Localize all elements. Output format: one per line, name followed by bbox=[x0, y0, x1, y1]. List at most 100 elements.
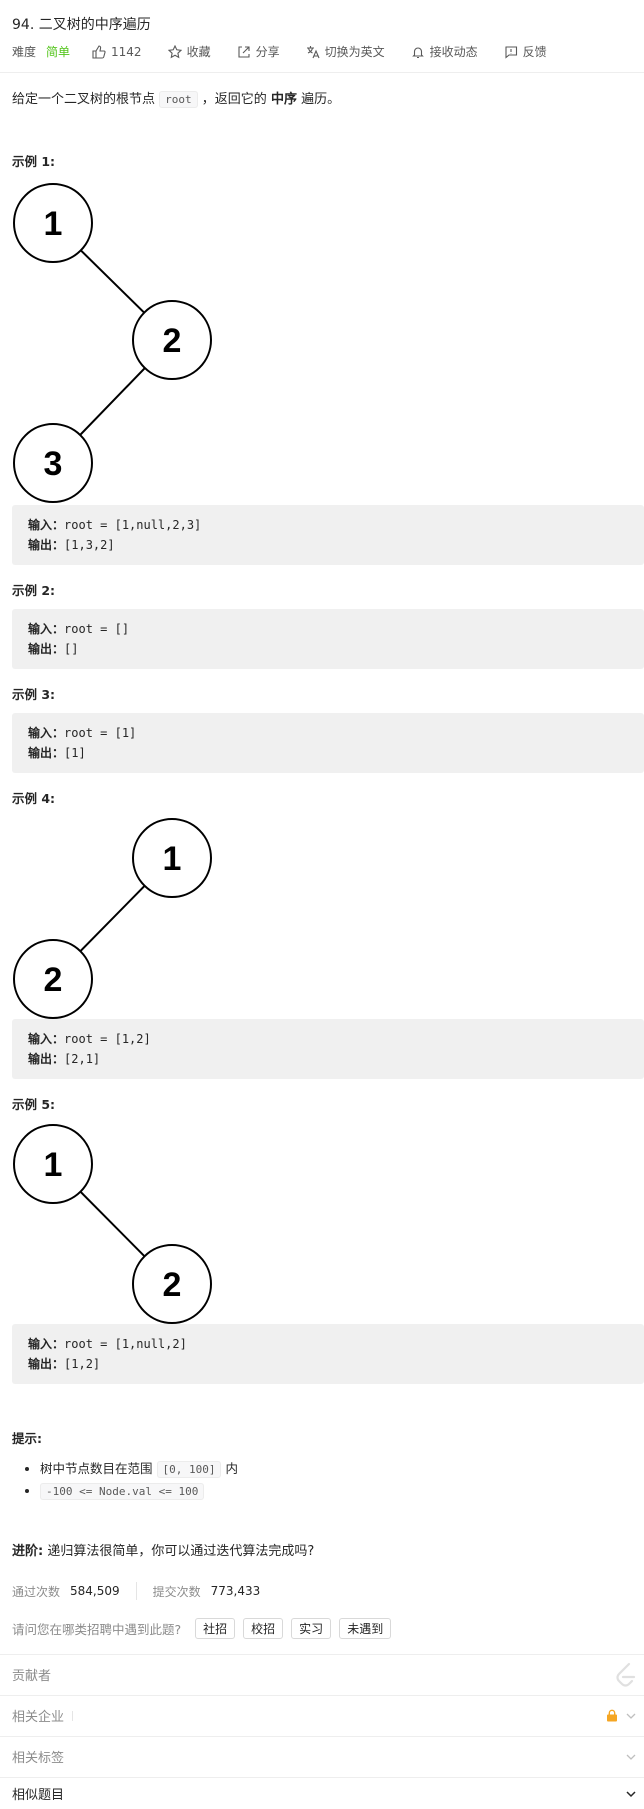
recruit-tag-never[interactable]: 未遇到 bbox=[339, 1618, 392, 1639]
example-4-tree-image: 1 2 bbox=[13, 818, 212, 1019]
header-divider bbox=[0, 72, 644, 73]
example-input: root = [1,null,2] bbox=[64, 1337, 187, 1351]
companies-divider bbox=[72, 1710, 74, 1721]
problem-meta-bar: 难度 简单 1142 收藏 分享 切换为英文 接收动态 反馈 bbox=[12, 43, 573, 60]
hint-text: 内 bbox=[225, 1461, 238, 1476]
example-output: [2,1] bbox=[64, 1052, 101, 1066]
favorite-label: 收藏 bbox=[186, 45, 211, 59]
companies-label: 相关企业 bbox=[12, 1710, 65, 1725]
input-label: 输入： bbox=[28, 1032, 65, 1046]
tree-node-label: 2 bbox=[163, 322, 182, 360]
output-label: 输出： bbox=[28, 538, 65, 552]
companies-right bbox=[606, 1709, 638, 1723]
tree-node-label: 2 bbox=[163, 1266, 182, 1304]
example-output: [] bbox=[64, 642, 79, 656]
example-4-title: 示例 4: bbox=[12, 791, 56, 806]
problem-title: 94. 二叉树的中序遍历 bbox=[12, 17, 151, 33]
advanced-text: 递归算法很简单，你可以通过迭代算法完成吗? bbox=[47, 1544, 315, 1559]
hints-title: 提示: bbox=[12, 1431, 42, 1446]
example-5-tree-image: 1 2 bbox=[13, 1124, 212, 1324]
tags-label: 相关标签 bbox=[12, 1751, 65, 1766]
example-output: [1,2] bbox=[64, 1357, 101, 1371]
contributors-right bbox=[614, 1662, 638, 1688]
like-button[interactable]: 1142 bbox=[92, 45, 142, 59]
switch-language-label: 切换为英文 bbox=[324, 45, 385, 59]
lock-icon bbox=[607, 1709, 617, 1722]
chevron-down-icon bbox=[626, 1790, 636, 1797]
output-label: 输出： bbox=[28, 1052, 65, 1066]
example-3-code-block: 输入：root = [1] 输出：[1] bbox=[12, 713, 644, 773]
translate-icon bbox=[306, 45, 320, 58]
thumbs-up-icon bbox=[92, 44, 106, 59]
related-companies-row[interactable]: 相关企业 bbox=[0, 1695, 644, 1735]
like-count: 1142 bbox=[111, 44, 142, 59]
related-tags-row[interactable]: 相关标签 bbox=[0, 1736, 644, 1776]
input-label: 输入： bbox=[28, 726, 65, 740]
output-label: 输出： bbox=[28, 642, 65, 656]
difficulty-label: 难度 bbox=[12, 45, 37, 59]
submissions-label: 提交次数 bbox=[152, 1584, 201, 1599]
feedback-label: 反馈 bbox=[522, 45, 547, 59]
desc-text: 遍历。 bbox=[301, 92, 341, 107]
example-5-title: 示例 5: bbox=[12, 1097, 56, 1112]
recruit-tag-campus[interactable]: 校招 bbox=[243, 1618, 284, 1639]
output-label: 输出： bbox=[28, 1357, 65, 1371]
feedback-icon bbox=[505, 45, 517, 59]
accepted-count: 584,509 bbox=[70, 1584, 120, 1598]
subscribe-button[interactable]: 接收动态 bbox=[411, 43, 478, 60]
example-1-title: 示例 1: bbox=[12, 154, 56, 169]
chevron-down-icon bbox=[626, 1754, 636, 1760]
advanced-label: 进阶: bbox=[12, 1544, 44, 1559]
example-input: root = [] bbox=[64, 622, 130, 636]
contributors-row[interactable]: 贡献者 bbox=[0, 1654, 644, 1694]
advanced-note: 进阶: 递归算法很简单，你可以通过迭代算法完成吗? bbox=[12, 1540, 314, 1559]
recruit-survey: 请问您在哪类招聘中遇到此题? 社招 校招 实习 未遇到 bbox=[12, 1618, 392, 1639]
example-4-code-block: 输入：root = [1,2] 输出：[2,1] bbox=[12, 1019, 644, 1079]
hint-item: 树中节点数目在范围 [0, 100] 内 bbox=[40, 1458, 238, 1478]
recruit-tag-intern[interactable]: 实习 bbox=[291, 1618, 332, 1639]
tags-right bbox=[624, 1750, 638, 1764]
input-label: 输入： bbox=[28, 1337, 65, 1351]
share-label: 分享 bbox=[255, 45, 280, 59]
example-input: root = [1,2] bbox=[64, 1032, 151, 1046]
subscribe-label: 接收动态 bbox=[429, 45, 478, 59]
example-input: root = [1] bbox=[64, 726, 137, 740]
desc-bold: 中序 bbox=[270, 92, 297, 107]
example-1-tree-image: 1 2 3 bbox=[13, 183, 212, 503]
example-output: [1] bbox=[64, 746, 86, 760]
star-icon bbox=[167, 44, 182, 58]
desc-code: root bbox=[159, 91, 198, 108]
input-label: 输入： bbox=[28, 622, 65, 636]
tree-node-label: 1 bbox=[163, 840, 182, 878]
feedback-button[interactable]: 反馈 bbox=[504, 43, 547, 60]
similar-label: 相似题目 bbox=[12, 1788, 65, 1803]
tree-node-label: 1 bbox=[44, 1146, 63, 1184]
problem-description: 给定一个二叉树的根节点 root ，返回它的 中序 遍历。 bbox=[12, 88, 341, 108]
leetcode-logo-icon bbox=[616, 1662, 636, 1687]
submission-stats: 通过次数 584,509 提交次数 773,433 bbox=[12, 1582, 260, 1600]
similar-problems-row[interactable]: 相似题目 bbox=[0, 1777, 644, 1809]
recruit-tag-social[interactable]: 社招 bbox=[195, 1618, 236, 1639]
similar-right bbox=[624, 1787, 638, 1801]
hint-code: [0, 100] bbox=[156, 1461, 222, 1478]
tree-node-label: 1 bbox=[44, 205, 63, 243]
desc-text: 给定一个二叉树的根节点 bbox=[12, 92, 156, 107]
example-5-code-block: 输入：root = [1,null,2] 输出：[1,2] bbox=[12, 1324, 644, 1384]
favorite-button[interactable]: 收藏 bbox=[167, 43, 211, 60]
example-3-title: 示例 3: bbox=[12, 687, 56, 702]
accepted-label: 通过次数 bbox=[12, 1584, 61, 1599]
share-icon bbox=[238, 45, 250, 58]
switch-language-button[interactable]: 切换为英文 bbox=[306, 43, 385, 60]
example-input: root = [1,null,2,3] bbox=[64, 518, 202, 532]
example-output: [1,3,2] bbox=[64, 538, 115, 552]
tree-node-label: 2 bbox=[44, 961, 63, 999]
desc-text: ，返回它的 bbox=[201, 92, 267, 107]
hint-code: -100 <= Node.val <= 100 bbox=[40, 1483, 205, 1500]
share-button[interactable]: 分享 bbox=[237, 43, 280, 60]
submissions-count: 773,433 bbox=[210, 1584, 261, 1598]
hint-text: 树中节点数目在范围 bbox=[40, 1461, 153, 1476]
contributors-label: 贡献者 bbox=[12, 1669, 52, 1684]
example-2-code-block: 输入：root = [] 输出：[] bbox=[12, 609, 644, 669]
input-label: 输入： bbox=[28, 518, 65, 532]
recruit-question: 请问您在哪类招聘中遇到此题? bbox=[12, 1622, 182, 1637]
